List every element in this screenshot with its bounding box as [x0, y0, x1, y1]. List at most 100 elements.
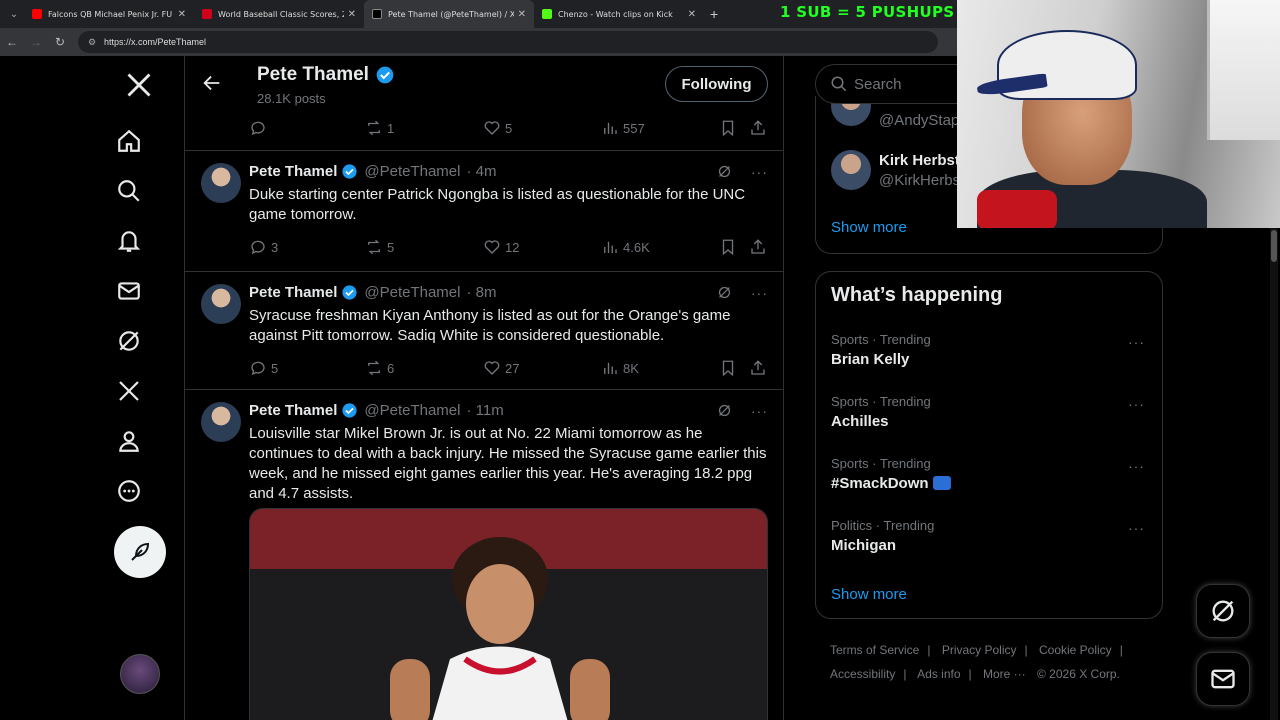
author-name[interactable]: Pete Thamel: [249, 402, 337, 419]
more-dots-icon[interactable]: ···: [1128, 334, 1145, 350]
reload-icon[interactable]: ↻: [48, 35, 72, 49]
trend-topic-text: #SmackDown: [831, 475, 929, 492]
tweet[interactable]: Pete Thamel @PeteThamel · 8m ··· Syracus…: [185, 271, 783, 389]
bookmark-button[interactable]: [719, 359, 737, 377]
like-button[interactable]: 27: [483, 359, 519, 377]
trend-item[interactable]: Politics · Trending Michigan ···: [831, 518, 1151, 568]
reply-count: 3: [271, 239, 279, 255]
repost-button[interactable]: 6: [365, 359, 394, 377]
bookmark-button[interactable]: [719, 119, 737, 137]
tweet-text: Syracuse freshman Kiyan Anthony is liste…: [249, 307, 731, 344]
tweet-time[interactable]: · 11m: [466, 402, 503, 419]
explore-icon[interactable]: [114, 176, 144, 206]
author-avatar[interactable]: [201, 163, 241, 203]
tweet-media-image[interactable]: [249, 508, 768, 720]
author-avatar[interactable]: [201, 402, 241, 442]
grok-icon[interactable]: [114, 326, 144, 356]
more-dots-icon[interactable]: ···: [1128, 396, 1145, 412]
back-arrow-icon[interactable]: [201, 72, 223, 94]
browser-tab-2[interactable]: World Baseball Classic Scores, 2 ✕: [194, 0, 364, 28]
author-name[interactable]: Pete Thamel: [249, 284, 337, 301]
suggestion-avatar[interactable]: [831, 150, 871, 190]
repost-count: 1: [387, 120, 395, 136]
compose-post-button[interactable]: [114, 526, 166, 578]
like-button[interactable]: 12: [483, 238, 519, 256]
more-dots-icon[interactable]: ···: [751, 403, 768, 419]
author-avatar[interactable]: [201, 284, 241, 324]
trend-item[interactable]: Sports · Trending #SmackDown ···: [831, 456, 1151, 506]
like-button[interactable]: 5: [483, 119, 512, 137]
x-logo-icon[interactable]: [124, 70, 154, 100]
view-count: 4.6K: [623, 239, 650, 255]
more-link[interactable]: More ···: [983, 667, 1026, 681]
repost-button[interactable]: 1: [365, 119, 394, 137]
more-dots-icon[interactable]: ···: [751, 164, 768, 180]
post-count: 28.1K posts: [257, 91, 326, 106]
reply-button[interactable]: 5: [249, 359, 278, 377]
author-handle[interactable]: @PeteThamel: [364, 402, 460, 419]
tweet[interactable]: Pete Thamel @PeteThamel · 4m ··· Duke st…: [185, 150, 783, 271]
page-scrollbar[interactable]: [1270, 228, 1278, 720]
grok-floating-button[interactable]: [1196, 584, 1250, 638]
browser-tab-3[interactable]: Pete Thamel (@PeteThamel) / X ✕: [364, 0, 534, 28]
tweet-time[interactable]: · 8m: [466, 284, 496, 301]
following-button[interactable]: Following: [665, 66, 768, 102]
share-button[interactable]: [749, 359, 767, 377]
browser-tab-4[interactable]: Chenzo - Watch clips on Kick ✕: [534, 0, 704, 28]
more-dots-icon[interactable]: ···: [751, 285, 768, 301]
close-icon[interactable]: ✕: [688, 9, 696, 20]
accessibility-link[interactable]: Accessibility: [830, 667, 895, 681]
views-button[interactable]: 4.6K: [601, 238, 650, 256]
show-more-link[interactable]: Show more: [831, 586, 907, 603]
trend-item[interactable]: Sports · Trending Achilles ···: [831, 394, 1151, 444]
notifications-bell-icon[interactable]: [114, 226, 144, 256]
reply-button[interactable]: 3: [249, 238, 278, 256]
terms-link[interactable]: Terms of Service: [830, 643, 919, 657]
premium-x-icon[interactable]: [114, 376, 144, 406]
close-icon[interactable]: ✕: [518, 9, 526, 20]
close-icon[interactable]: ✕: [348, 9, 356, 20]
forward-arrow-icon[interactable]: →: [24, 35, 48, 49]
grok-icon[interactable]: [716, 163, 733, 180]
left-navigation: [100, 56, 182, 720]
repost-button[interactable]: 5: [365, 238, 394, 256]
scrollbar-thumb[interactable]: [1271, 230, 1277, 262]
messages-floating-button[interactable]: [1196, 652, 1250, 706]
bookmark-button[interactable]: [719, 238, 737, 256]
ads-info-link[interactable]: Ads info: [917, 667, 960, 681]
profile-person-icon[interactable]: [114, 426, 144, 456]
site-info-icon[interactable]: ⚙: [88, 37, 98, 48]
more-dots-icon[interactable]: ···: [1128, 520, 1145, 536]
back-arrow-icon[interactable]: ←: [0, 35, 24, 49]
reply-button[interactable]: [249, 119, 267, 137]
messages-mail-icon[interactable]: [114, 276, 144, 306]
account-avatar[interactable]: [120, 654, 160, 694]
cookie-link[interactable]: Cookie Policy: [1039, 643, 1112, 657]
tweet[interactable]: Pete Thamel @PeteThamel · 11m ··· Louisv…: [185, 389, 783, 720]
author-handle[interactable]: @PeteThamel: [364, 163, 460, 180]
author-handle[interactable]: @PeteThamel: [364, 284, 460, 301]
privacy-link[interactable]: Privacy Policy: [942, 643, 1017, 657]
trend-topic: #SmackDown: [831, 475, 1151, 492]
browser-tab-1[interactable]: Falcons QB Michael Penix Jr. FU ✕: [24, 0, 194, 28]
webcam-overlay: [957, 0, 1280, 228]
tweet-time[interactable]: · 4m: [466, 163, 496, 180]
views-button[interactable]: 8K: [601, 359, 639, 377]
share-button[interactable]: [749, 119, 767, 137]
grok-icon[interactable]: [716, 284, 733, 301]
home-icon[interactable]: [114, 126, 144, 156]
trend-item[interactable]: Sports · Trending Brian Kelly ···: [831, 332, 1151, 382]
more-circle-icon[interactable]: [114, 476, 144, 506]
more-dots-icon[interactable]: ···: [1128, 458, 1145, 474]
close-icon[interactable]: ✕: [178, 9, 186, 20]
tab-search-dropdown[interactable]: ⌄: [4, 4, 24, 24]
grok-icon[interactable]: [716, 402, 733, 419]
reply-icon: [251, 240, 265, 255]
url-input[interactable]: ⚙ https://x.com/PeteThamel: [78, 31, 938, 53]
show-more-link[interactable]: Show more: [831, 219, 907, 236]
new-tab-icon[interactable]: +: [710, 6, 718, 22]
share-button[interactable]: [749, 238, 767, 256]
views-bar-icon: [604, 362, 617, 374]
views-button[interactable]: 557: [601, 119, 645, 137]
author-name[interactable]: Pete Thamel: [249, 163, 337, 180]
